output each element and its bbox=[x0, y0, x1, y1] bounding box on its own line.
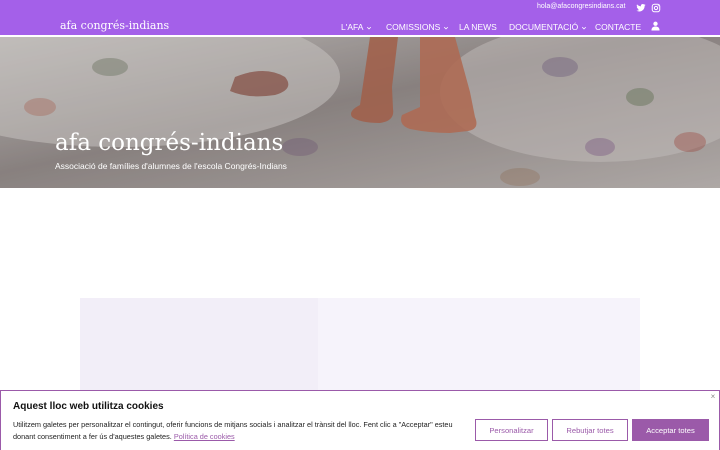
contact-email-link[interactable]: hola@afacongresindians.cat bbox=[537, 3, 625, 10]
nav-item-label: LA NEWS bbox=[459, 22, 497, 32]
content-placeholder bbox=[80, 298, 640, 393]
chevron-down-icon bbox=[367, 26, 372, 30]
hero-banner: afa congrés-indians Associació de famíli… bbox=[0, 37, 720, 188]
nav-item-label: L'AFA bbox=[341, 22, 364, 32]
cookie-banner: × Aquest lloc web utilitza cookies Utili… bbox=[0, 390, 720, 450]
reject-all-button[interactable]: Rebutjar totes bbox=[552, 419, 628, 441]
cookie-policy-link[interactable]: Política de cookies bbox=[174, 432, 235, 441]
user-account-icon[interactable] bbox=[651, 21, 660, 31]
customize-button[interactable]: Personalitzar bbox=[475, 419, 548, 441]
nav-item-documentacio[interactable]: DOCUMENTACIÓ bbox=[509, 22, 587, 32]
top-header: afa congrés-indians hola@afacongresindia… bbox=[0, 0, 720, 37]
cookie-banner-title: Aquest lloc web utilitza cookies bbox=[13, 401, 164, 412]
nav-item-lafa[interactable]: L'AFA bbox=[341, 22, 372, 32]
chevron-down-icon bbox=[582, 26, 587, 30]
nav-item-label: COMISSIONS bbox=[386, 22, 441, 32]
chevron-down-icon bbox=[444, 26, 449, 30]
hero-title: afa congrés-indians bbox=[55, 130, 284, 156]
close-icon[interactable]: × bbox=[709, 393, 717, 401]
cookie-banner-text: Utilitzem galetes per personalitzar el c… bbox=[13, 419, 463, 443]
site-logo[interactable]: afa congrés-indians bbox=[60, 19, 169, 32]
hero-subtitle: Associació de famílies d'alumnes de l'es… bbox=[55, 161, 287, 171]
twitter-icon[interactable] bbox=[636, 3, 646, 13]
nav-item-contacte[interactable]: CONTACTE bbox=[595, 22, 641, 32]
accept-all-button[interactable]: Acceptar totes bbox=[632, 419, 709, 441]
nav-item-label: CONTACTE bbox=[595, 22, 642, 32]
nav-item-label: DOCUMENTACIÓ bbox=[509, 22, 579, 32]
content-placeholder-left bbox=[80, 298, 318, 393]
nav-item-comissions[interactable]: COMISSIONS bbox=[386, 22, 449, 32]
instagram-icon[interactable] bbox=[651, 3, 661, 13]
nav-item-la-news[interactable]: LA NEWS bbox=[459, 22, 497, 32]
